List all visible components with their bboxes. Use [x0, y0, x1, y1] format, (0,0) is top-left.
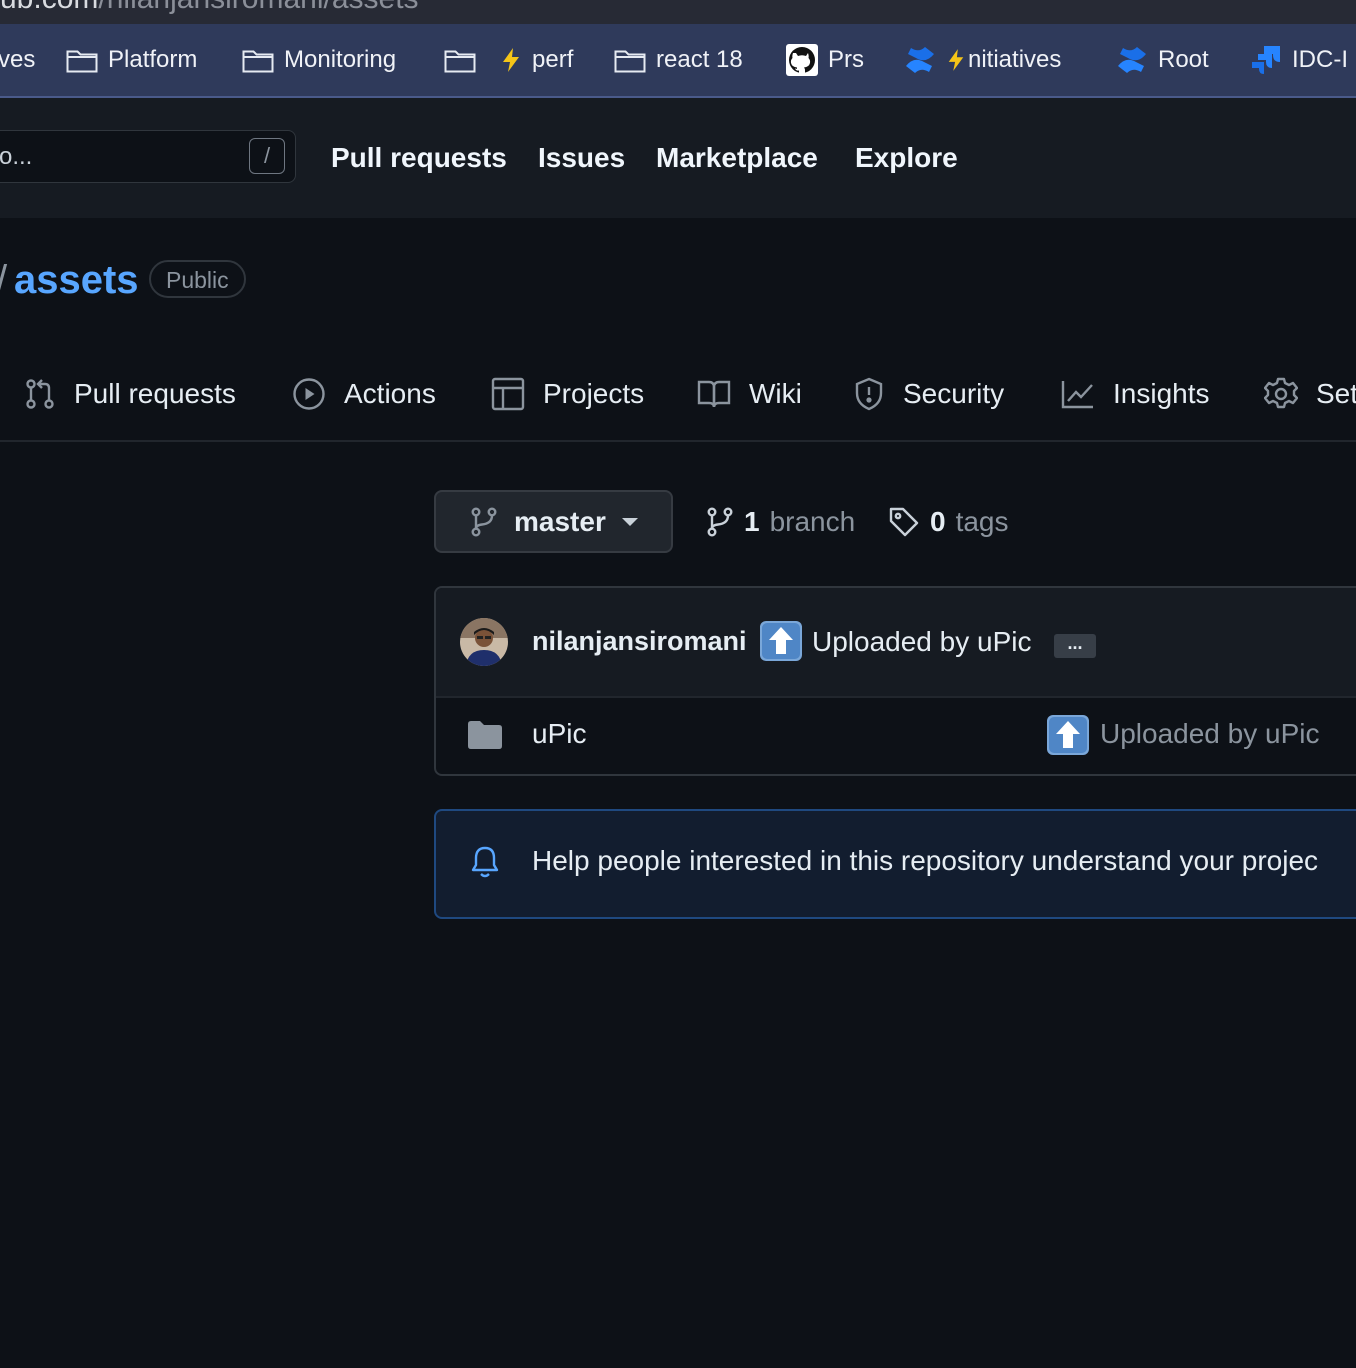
- bookmark-label: ves: [0, 46, 36, 73]
- search-input[interactable]: o... /: [0, 130, 296, 183]
- bookmark-initiatives[interactable]: nitiatives: [904, 24, 1061, 96]
- graph-icon: [1061, 381, 1093, 409]
- bookmark-prs[interactable]: Prs: [786, 24, 864, 96]
- git-pull-request-icon: [26, 379, 54, 409]
- nav-explore[interactable]: Explore: [855, 142, 958, 174]
- shield-icon: [855, 377, 883, 411]
- github-header: o... / Pull requests Issues Marketplace …: [0, 98, 1356, 218]
- table-icon: [491, 377, 525, 411]
- up-arrow-emoji-icon: [1047, 715, 1089, 755]
- git-branch-icon: [707, 507, 733, 537]
- branches-link[interactable]: 1 branch: [706, 500, 855, 544]
- bookmark-perf[interactable]: perf: [500, 24, 573, 96]
- tabs-divider: [0, 440, 1356, 442]
- list-item[interactable]: uPic Uploaded by uPic: [436, 698, 1356, 774]
- file-commit-message-link[interactable]: Uploaded by uPic: [1100, 718, 1319, 750]
- jira-icon: [1252, 46, 1280, 74]
- bell-icon: [471, 846, 499, 878]
- avatar[interactable]: [460, 618, 508, 666]
- tab-label: Security: [903, 378, 1005, 409]
- current-branch-label: master: [514, 505, 606, 537]
- tab-settings[interactable]: Set: [1264, 370, 1356, 418]
- folder-icon: [242, 50, 274, 73]
- tab-security[interactable]: Security: [853, 370, 1004, 418]
- lightning-icon: [503, 48, 519, 72]
- github-icon: [786, 44, 818, 76]
- bookmark-react-18[interactable]: react 18: [614, 24, 743, 96]
- tab-wiki[interactable]: Wiki: [697, 370, 802, 418]
- branch-label: branch: [769, 506, 856, 537]
- git-branch-icon: [471, 507, 497, 537]
- bookmark-folder[interactable]: [444, 24, 476, 96]
- file-name-link[interactable]: uPic: [532, 718, 586, 750]
- tab-label: Set: [1316, 378, 1356, 409]
- commit-message-link[interactable]: Uploaded by uPic: [812, 626, 1031, 658]
- search-shortcut-key: /: [249, 138, 285, 174]
- bookmark-monitoring[interactable]: Monitoring: [242, 24, 396, 96]
- bookmark-ves[interactable]: ves: [0, 24, 35, 96]
- tab-pull-requests[interactable]: Pull requests: [24, 370, 236, 418]
- readme-callout: Help people interested in this repositor…: [434, 809, 1356, 919]
- bookmarks-bar: ves Platform Monitoring perf react 18 Pr…: [0, 24, 1356, 98]
- folder-icon: [444, 50, 476, 73]
- nav-pull-requests[interactable]: Pull requests: [331, 142, 507, 174]
- nav-issues[interactable]: Issues: [538, 142, 625, 174]
- bookmark-label: Root: [1158, 46, 1209, 73]
- tab-label: Projects: [543, 378, 645, 409]
- bookmark-root[interactable]: Root: [1116, 24, 1209, 96]
- file-browser: nilanjansiromani Uploaded by uPic ... uP…: [434, 586, 1356, 776]
- folder-icon: [468, 721, 502, 749]
- bookmark-label: IDC-I: [1292, 46, 1348, 73]
- tag-label: tags: [955, 506, 1009, 537]
- bookmark-label: perf: [532, 46, 574, 73]
- nav-marketplace[interactable]: Marketplace: [656, 142, 818, 174]
- confluence-icon: [1118, 47, 1146, 73]
- folder-icon: [614, 50, 646, 73]
- address-bar[interactable]: ub.com/nilanjansiromani/assets: [0, 0, 1356, 24]
- repo-path-separator: /: [0, 258, 7, 303]
- tab-projects[interactable]: Projects: [491, 370, 644, 418]
- bookmark-idc[interactable]: IDC-I: [1250, 24, 1348, 96]
- lightning-icon: [948, 49, 964, 71]
- up-arrow-emoji-icon: [760, 621, 802, 661]
- bookmark-label: Prs: [828, 46, 864, 73]
- gear-icon: [1264, 377, 1298, 409]
- search-placeholder: o...: [0, 143, 33, 170]
- tags-link[interactable]: 0 tags: [888, 500, 1009, 544]
- latest-commit-row: nilanjansiromani Uploaded by uPic ...: [436, 588, 1356, 698]
- visibility-badge: Public: [149, 260, 246, 298]
- branch-selector-button[interactable]: master: [434, 490, 673, 553]
- caret-down-icon: [621, 517, 638, 526]
- bookmark-label: react 18: [656, 46, 743, 73]
- bookmark-label: nitiatives: [968, 46, 1062, 73]
- confluence-icon: [906, 47, 934, 73]
- commit-expand-button[interactable]: ...: [1054, 634, 1096, 658]
- book-icon: [697, 380, 731, 408]
- tag-icon: [889, 507, 919, 537]
- tab-label: Wiki: [749, 378, 802, 409]
- tab-insights[interactable]: Insights: [1061, 370, 1210, 418]
- bookmark-label: Monitoring: [284, 46, 397, 73]
- tab-label: Pull requests: [74, 378, 236, 409]
- url-text: ub.com/nilanjansiromani/assets: [0, 0, 419, 16]
- tag-count: 0: [930, 506, 946, 537]
- branch-count: 1: [744, 506, 760, 537]
- bookmark-label: Platform: [108, 46, 198, 73]
- play-icon: [293, 378, 325, 410]
- bookmark-platform[interactable]: Platform: [66, 24, 197, 96]
- readme-callout-text: Help people interested in this repositor…: [532, 845, 1319, 876]
- commit-author-link[interactable]: nilanjansiromani: [532, 626, 747, 657]
- folder-icon: [66, 50, 98, 73]
- repo-name-link[interactable]: assets: [14, 258, 139, 303]
- tab-actions[interactable]: Actions: [292, 370, 436, 418]
- tab-label: Actions: [344, 378, 436, 409]
- tab-label: Insights: [1113, 378, 1210, 409]
